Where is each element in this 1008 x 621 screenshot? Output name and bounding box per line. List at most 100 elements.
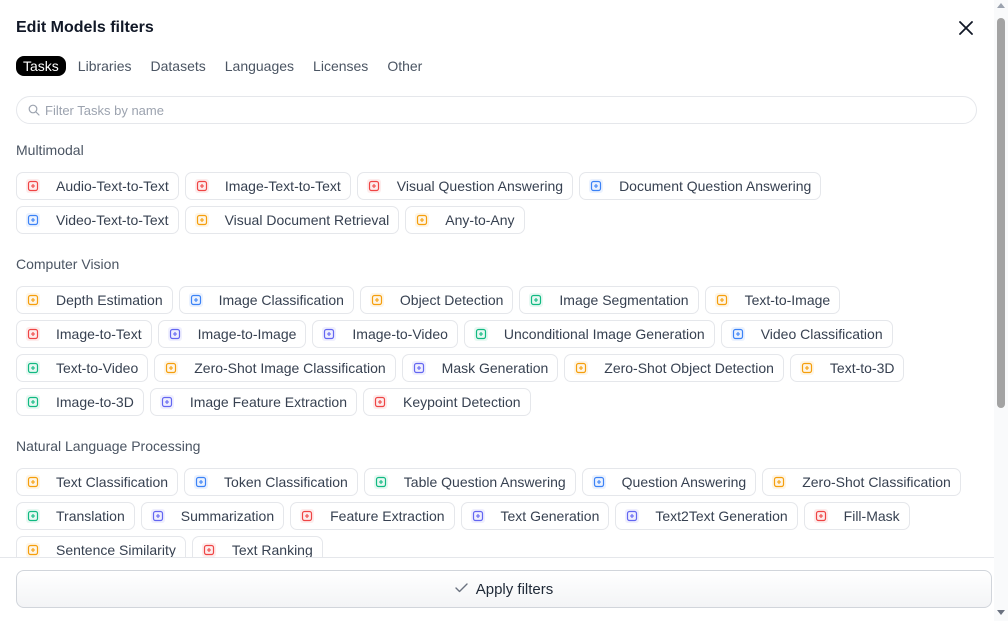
task-chip[interactable]: Text-to-Video bbox=[16, 354, 149, 382]
any-to-any-icon bbox=[415, 213, 430, 227]
task-chip[interactable]: Image Segmentation bbox=[519, 286, 699, 314]
task-chip-label: Question Answering bbox=[621, 474, 747, 490]
tab-licenses[interactable]: Licenses bbox=[306, 56, 375, 76]
sentence-sim-icon bbox=[26, 543, 40, 557]
task-chip-label: Translation bbox=[56, 508, 125, 524]
modal-title: Edit Models filters bbox=[16, 19, 154, 36]
task-chip-label: Object Detection bbox=[399, 292, 504, 308]
task-chip-label: Text-to-3D bbox=[829, 360, 895, 376]
task-chip[interactable]: Image-Text-to-Text bbox=[184, 172, 351, 200]
task-chip[interactable]: Text-to-3D bbox=[789, 354, 905, 382]
image-to-video-icon bbox=[322, 327, 337, 341]
task-chip-label: Image Classification bbox=[218, 292, 344, 308]
image-text-icon bbox=[194, 179, 209, 193]
tab-languages[interactable]: Languages bbox=[218, 56, 301, 76]
image-to-3d-icon bbox=[26, 395, 40, 409]
tab-tasks[interactable]: Tasks bbox=[16, 56, 66, 76]
text-to-video-icon bbox=[26, 361, 40, 375]
translation-icon bbox=[26, 509, 40, 523]
scrollbar[interactable] bbox=[994, 0, 1008, 621]
tab-datasets[interactable]: Datasets bbox=[144, 56, 213, 76]
scroll-up-arrow[interactable] bbox=[997, 3, 1005, 8]
video-text-icon bbox=[26, 213, 40, 227]
task-chip[interactable]: Table Question Answering bbox=[363, 468, 576, 496]
task-chip[interactable]: Video-Text-to-Text bbox=[16, 206, 179, 234]
image-feature-icon bbox=[159, 395, 174, 409]
summarization-icon bbox=[150, 509, 165, 523]
scroll-thumb[interactable] bbox=[997, 18, 1005, 408]
image-to-text-icon bbox=[26, 327, 40, 341]
task-chip[interactable]: Translation bbox=[16, 502, 135, 530]
task-chip[interactable]: Document Question Answering bbox=[579, 172, 822, 200]
text-ranking-icon bbox=[201, 543, 216, 557]
task-chip-label: Image-to-Image bbox=[197, 326, 297, 342]
task-chip-label: Text Classification bbox=[56, 474, 169, 490]
task-chip-label: Visual Question Answering bbox=[396, 178, 564, 194]
task-chip-label: Unconditional Image Generation bbox=[503, 326, 705, 342]
task-chip-label: Text-to-Image bbox=[744, 292, 831, 308]
task-chip[interactable]: Zero-Shot Object Detection bbox=[564, 354, 784, 382]
zs-class-icon bbox=[772, 475, 787, 489]
task-chip[interactable]: Image-to-Image bbox=[157, 320, 307, 348]
image-class-icon bbox=[188, 293, 203, 307]
task-chip[interactable]: Summarization bbox=[140, 502, 285, 530]
task-chip[interactable]: Image-to-3D bbox=[16, 388, 144, 416]
uncond-gen-icon bbox=[473, 327, 488, 341]
task-chip[interactable]: Image Feature Extraction bbox=[149, 388, 357, 416]
task-chip[interactable]: Text Classification bbox=[16, 468, 179, 496]
task-chip-label: Image-to-3D bbox=[56, 394, 134, 410]
task-chip[interactable]: Keypoint Detection bbox=[363, 388, 531, 416]
tab-other[interactable]: Other bbox=[380, 56, 429, 76]
image-to-image-icon bbox=[167, 327, 182, 341]
task-chip[interactable]: Zero-Shot Image Classification bbox=[154, 354, 396, 382]
task-chip-label: Feature Extraction bbox=[330, 508, 445, 524]
keypoint-icon bbox=[373, 395, 387, 409]
task-chip-label: Depth Estimation bbox=[56, 292, 163, 308]
apply-filters-button[interactable]: Apply filters bbox=[16, 570, 992, 608]
task-chip[interactable]: Question Answering bbox=[581, 468, 757, 496]
task-chip[interactable]: Visual Question Answering bbox=[356, 172, 574, 200]
task-chip[interactable]: Mask Generation bbox=[401, 354, 559, 382]
task-chip-label: Text2Text Generation bbox=[655, 508, 788, 524]
token-class-icon bbox=[194, 475, 209, 489]
task-chip[interactable]: Audio-Text-to-Text bbox=[16, 172, 179, 200]
task-chip[interactable]: Fill-Mask bbox=[803, 502, 910, 530]
task-chip-label: Summarization bbox=[180, 508, 275, 524]
task-chip[interactable]: Depth Estimation bbox=[16, 286, 173, 314]
close-icon[interactable] bbox=[956, 18, 976, 38]
task-chip[interactable]: Object Detection bbox=[359, 286, 514, 314]
task-chip-label: Table Question Answering bbox=[403, 474, 566, 490]
task-chip[interactable]: Visual Document Retrieval bbox=[184, 206, 400, 234]
audio-text-icon bbox=[26, 179, 40, 193]
segmentation-icon bbox=[529, 293, 544, 307]
task-chip[interactable]: Video Classification bbox=[720, 320, 893, 348]
task-chip[interactable]: Token Classification bbox=[184, 468, 358, 496]
task-chip[interactable]: Text Ranking bbox=[191, 536, 323, 558]
apply-filters-label: Apply filters bbox=[475, 580, 554, 598]
mask-gen-icon bbox=[411, 361, 426, 375]
task-chip[interactable]: Feature Extraction bbox=[290, 502, 455, 530]
task-chip[interactable]: Image-to-Text bbox=[16, 320, 152, 348]
task-chip-label: Document Question Answering bbox=[619, 178, 812, 194]
task-sections: Multimodal Audio-Text-to-Text Image-Text-t… bbox=[16, 140, 986, 558]
task-chip[interactable]: Image-to-Video bbox=[312, 320, 458, 348]
footer-divider bbox=[0, 557, 994, 558]
edit-filters-modal: Edit Models filters Tasks Libraries Data… bbox=[0, 0, 994, 621]
task-chip[interactable]: Any-to-Any bbox=[405, 206, 525, 234]
section-title: Multimodal bbox=[16, 142, 84, 158]
task-chip-label: Image Feature Extraction bbox=[189, 394, 347, 410]
search-input[interactable] bbox=[45, 102, 945, 118]
tab-libraries[interactable]: Libraries bbox=[71, 56, 139, 76]
task-chip-label: Token Classification bbox=[224, 474, 348, 490]
task-chip[interactable]: Sentence Similarity bbox=[16, 536, 186, 558]
text-to-3d-icon bbox=[799, 361, 814, 375]
task-chip[interactable]: Unconditional Image Generation bbox=[463, 320, 715, 348]
task-chip[interactable]: Text Generation bbox=[460, 502, 610, 530]
zs-image-class-icon bbox=[164, 361, 179, 375]
task-chip[interactable]: Zero-Shot Classification bbox=[762, 468, 961, 496]
task-chip[interactable]: Text-to-Image bbox=[704, 286, 841, 314]
scroll-down-arrow[interactable] bbox=[997, 610, 1005, 615]
task-chip[interactable]: Text2Text Generation bbox=[615, 502, 798, 530]
task-chip[interactable]: Image Classification bbox=[178, 286, 354, 314]
filter-tabs: Tasks Libraries Datasets Languages Licen… bbox=[16, 56, 434, 76]
